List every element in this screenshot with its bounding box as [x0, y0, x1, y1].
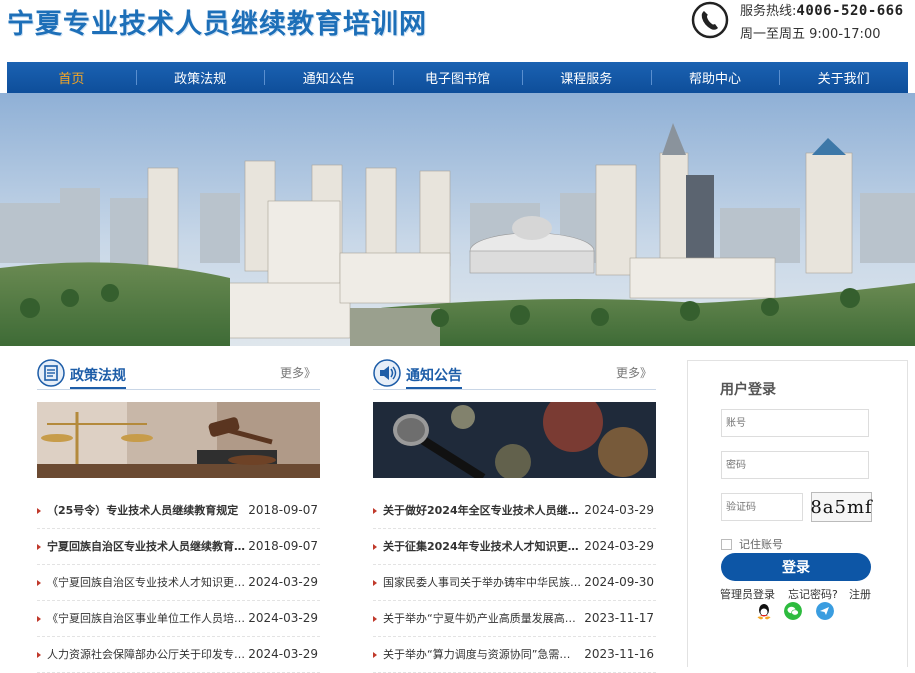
bullet-arrow-icon: [373, 544, 377, 550]
notice-item-title[interactable]: 国家民委人事司关于举办铸牢中华民族共同体意识研修班: [383, 565, 581, 600]
policy-image[interactable]: [37, 402, 320, 478]
header: 宁夏专业技术人员继续教育培训网 服务热线:4006-520-666 周一至周五 …: [0, 0, 915, 62]
bullet-arrow-icon: [37, 508, 41, 514]
notice-list-item[interactable]: 关于举办“算力调度与资源协同”急需紧缺人才培训班2023-11-16: [373, 637, 656, 673]
phone-icon: [691, 1, 729, 39]
notice-item-title[interactable]: 关于征集2024年专业技术人才知识更新工程项目的通知: [383, 529, 581, 564]
policy-item-title[interactable]: 《宁夏回族自治区专业技术人才知识更新工程实施方案》: [47, 565, 245, 600]
register-link[interactable]: 注册: [849, 586, 871, 602]
wechat-icon[interactable]: [784, 602, 802, 620]
remember-label: 记住账号: [739, 538, 783, 551]
notice-item-date: 2024-09-30: [584, 575, 654, 589]
bullet-arrow-icon: [373, 652, 377, 658]
policy-more-link[interactable]: 更多》: [280, 364, 316, 381]
policy-section: 政策法规 更多》 （25号令）专业技术人员继续教育规定 2018-09-07 宁夏回…: [37, 355, 320, 673]
notice-header: 通知公告 更多》: [373, 355, 656, 390]
policy-item-title[interactable]: 宁夏回族自治区专业技术人员继续教育条例: [47, 529, 245, 564]
notice-list-item[interactable]: 国家民委人事司关于举办铸牢中华民族共同体意识研修班2024-09-30: [373, 565, 656, 601]
notice-list: 关于做好2024年全区专业技术人员继续教育工作的通知2024-03-29关于征集…: [373, 493, 656, 673]
policy-list-item[interactable]: 《宁夏回族自治区事业单位工作人员培训规定》2024-03-29: [37, 601, 320, 637]
bullet-arrow-icon: [373, 580, 377, 586]
notice-image[interactable]: [373, 402, 656, 478]
notice-item-title[interactable]: 关于举办“算力调度与资源协同”急需紧缺人才培训班: [383, 637, 581, 672]
site-title[interactable]: 宁夏专业技术人员继续教育培训网: [7, 2, 427, 41]
nav-item-6[interactable]: 关于我们: [779, 62, 908, 93]
policy-list-item[interactable]: 宁夏回族自治区专业技术人员继续教育条例 2018-09-07: [37, 529, 320, 565]
login-title: 用户登录: [720, 382, 776, 398]
policy-item-title[interactable]: 《宁夏回族自治区事业单位工作人员培训规定》: [47, 601, 245, 636]
admin-login-link[interactable]: 管理员登录: [720, 586, 775, 602]
forgot-password-link[interactable]: 忘记密码?: [788, 586, 838, 602]
notice-item-date: 2023-11-17: [584, 611, 654, 625]
policy-list-item[interactable]: （25号令）专业技术人员继续教育规定 2018-09-07: [37, 493, 320, 529]
notice-item-date: 2024-03-29: [584, 539, 654, 553]
account-input[interactable]: [721, 409, 869, 437]
password-input[interactable]: [721, 451, 869, 479]
policy-item-date: 2024-03-29: [248, 611, 318, 625]
nav-item-1[interactable]: 政策法规: [135, 62, 265, 93]
remember-account[interactable]: 记住账号: [721, 536, 783, 552]
notice-section: 通知公告 更多》 关于做好2024年全区专业技术人员继续教育工作的通知2024-…: [373, 355, 656, 673]
notice-item-date: 2023-11-16: [584, 647, 654, 661]
policy-icon: [37, 359, 65, 387]
notice-more-link[interactable]: 更多》: [616, 364, 652, 381]
nav-item-3[interactable]: 电子图书馆: [393, 62, 522, 93]
hotline-number: 4006-520-666: [796, 3, 904, 19]
policy-item-title[interactable]: （25号令）专业技术人员继续教育规定: [47, 493, 245, 528]
nav-item-5[interactable]: 帮助中心: [650, 62, 780, 93]
policy-list-item[interactable]: 人力资源社会保障部办公厅关于印发专业技术人员继续教育2024-03-29: [37, 637, 320, 673]
captcha-image[interactable]: 8a5mf: [810, 492, 872, 522]
captcha-input[interactable]: [721, 493, 803, 521]
policy-item-date: 2024-03-29: [248, 575, 318, 589]
service-hours: 周一至周五 9:00-17:00: [740, 27, 881, 42]
policy-title: 政策法规: [70, 365, 126, 389]
bullet-arrow-icon: [37, 616, 41, 622]
banner-image: [0, 93, 915, 346]
bullet-arrow-icon: [37, 544, 41, 550]
policy-header: 政策法规 更多》: [37, 355, 320, 390]
policy-list-item[interactable]: 《宁夏回族自治区专业技术人才知识更新工程实施方案》2024-03-29: [37, 565, 320, 601]
remember-checkbox[interactable]: [721, 538, 732, 550]
nav-item-0[interactable]: 首页: [7, 62, 136, 93]
city-banner: [0, 93, 915, 346]
notice-list-item[interactable]: 关于做好2024年全区专业技术人员继续教育工作的通知2024-03-29: [373, 493, 656, 529]
nav-item-4[interactable]: 课程服务: [521, 62, 651, 93]
notice-item-title[interactable]: 关于举办“宁夏牛奶产业高质量发展高级研修班”的通知: [383, 601, 581, 636]
policy-list: （25号令）专业技术人员继续教育规定 2018-09-07 宁夏回族自治区专业技术人…: [37, 493, 320, 673]
weibo-icon[interactable]: [816, 602, 834, 620]
bullet-arrow-icon: [373, 508, 377, 514]
bullet-arrow-icon: [37, 580, 41, 586]
hotline-label: 服务热线:: [740, 4, 797, 19]
main-nav: 首页 政策法规 通知公告 电子图书馆 课程服务 帮助中心 关于我们: [7, 62, 908, 93]
bullet-arrow-icon: [373, 616, 377, 622]
policy-item-date: 2024-03-29: [248, 647, 318, 661]
login-button[interactable]: 登录: [721, 553, 871, 581]
notice-title: 通知公告: [406, 365, 462, 389]
notice-item-title[interactable]: 关于做好2024年全区专业技术人员继续教育工作的通知: [383, 493, 581, 528]
nav-item-2[interactable]: 通知公告: [264, 62, 393, 93]
policy-item-title[interactable]: 人力资源社会保障部办公厅关于印发专业技术人员继续教育: [47, 637, 245, 672]
notice-list-item[interactable]: 关于征集2024年专业技术人才知识更新工程项目的通知2024-03-29: [373, 529, 656, 565]
hotline: 服务热线:4006-520-666: [740, 0, 904, 19]
bullet-arrow-icon: [37, 652, 41, 658]
notice-list-item[interactable]: 关于举办“宁夏牛奶产业高质量发展高级研修班”的通知2023-11-17: [373, 601, 656, 637]
qq-icon[interactable]: [755, 602, 773, 620]
policy-item-date: 2018-09-07: [248, 503, 318, 517]
login-panel: 用户登录 8a5mf 记住账号 登录 管理员登录 忘记密码? 注册: [687, 360, 908, 667]
notice-item-date: 2024-03-29: [584, 503, 654, 517]
speaker-icon: [373, 359, 401, 387]
policy-item-date: 2018-09-07: [248, 539, 318, 553]
